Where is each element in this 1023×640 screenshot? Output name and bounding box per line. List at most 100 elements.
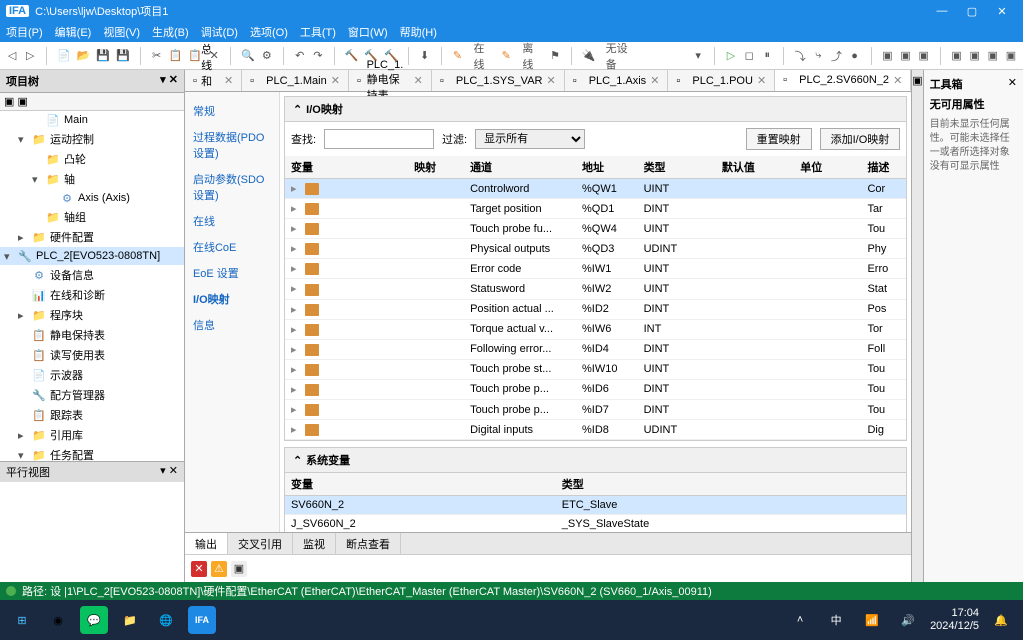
error-badge[interactable]: ✕	[191, 561, 207, 577]
app-task-icon[interactable]: IFA	[188, 606, 216, 634]
parallel-view-title[interactable]: 平行视图 ▾ ✕	[0, 461, 184, 482]
table-row[interactable]: SV660N_2ETC_Slave	[285, 496, 906, 515]
save-icon[interactable]: 💾	[96, 48, 110, 64]
pencil-icon[interactable]: ✎	[451, 48, 463, 64]
props-close-icon[interactable]: ✕	[1008, 76, 1017, 92]
editor-tab[interactable]: ▫PLC_1.SYS_VAR✕	[432, 70, 565, 91]
info-badge[interactable]: ▣	[231, 561, 247, 577]
table-row[interactable]: ▸Physical outputs%QD3UDINTPhy	[285, 239, 906, 259]
tool6-icon[interactable]: ▣	[987, 48, 999, 64]
warning-badge[interactable]: ⚠	[211, 561, 227, 577]
leftnav-item[interactable]: 在线	[185, 208, 279, 234]
reset-mapping-button[interactable]: 重置映射	[746, 128, 812, 150]
online-label[interactable]: 在线	[470, 40, 495, 72]
leftnav-item[interactable]: EoE 设置	[185, 260, 279, 286]
table-row[interactable]: ▸Following error...%ID4DINTFoll	[285, 339, 906, 359]
table-row[interactable]: ▸Digital inputs%ID8UDINTDig	[285, 420, 906, 440]
table-row[interactable]: ▸Error code%IW1UINTErro	[285, 259, 906, 279]
menu-debug[interactable]: 调试(D)	[201, 24, 238, 40]
tree-item[interactable]: ▸📁引用库	[0, 425, 184, 445]
menu-tools[interactable]: 工具(T)	[300, 24, 336, 40]
table-row[interactable]: ▸Touch probe p...%ID7DINTTou	[285, 400, 906, 420]
tree-item[interactable]: ▾📁任务配置	[0, 445, 184, 461]
device-icon[interactable]: 🔌	[582, 48, 596, 64]
filter-select[interactable]: 显示所有	[475, 129, 585, 149]
tool7-icon[interactable]: ▣	[1005, 48, 1017, 64]
table-row[interactable]: ▸Statusword%IW2UINTStat	[285, 279, 906, 299]
editor-tab[interactable]: ▫PLC_1.Axis✕	[565, 70, 669, 91]
table-row[interactable]: ▸Target position%QD1DINTTar	[285, 199, 906, 219]
table-row[interactable]: ▸Position actual ...%ID2DINTPos	[285, 299, 906, 319]
maximize-button[interactable]: ▢	[957, 5, 987, 18]
wifi-icon[interactable]: 📶	[858, 606, 886, 634]
tree-item[interactable]: ▸📁程序块	[0, 305, 184, 325]
editor-tab[interactable]: ▫PLC_1.POU✕	[668, 70, 775, 91]
copy-icon[interactable]: 📋	[169, 48, 183, 64]
tree-item[interactable]: 📊在线和诊断	[0, 285, 184, 305]
tree-tool1-icon[interactable]: ▣	[4, 96, 14, 108]
minimize-button[interactable]: —	[927, 5, 957, 17]
forward-icon[interactable]: ▷	[24, 48, 36, 64]
open-icon[interactable]: 📂	[77, 48, 91, 64]
tree-item[interactable]: ⚙设备信息	[0, 265, 184, 285]
menu-view[interactable]: 视图(V)	[103, 24, 140, 40]
notifications-icon[interactable]: 🔔	[987, 606, 1015, 634]
tab-close-icon[interactable]: ✕	[757, 74, 766, 87]
table-row[interactable]: ▸Touch probe fu...%QW4UINTTou	[285, 219, 906, 239]
editor-tab[interactable]: ▫PLC_1.静电保持表✕	[349, 70, 432, 91]
menu-edit[interactable]: 编辑(E)	[55, 24, 92, 40]
tree-tool2-icon[interactable]: ▣	[17, 96, 27, 108]
settings-icon[interactable]: ⚙	[261, 48, 273, 64]
table-row[interactable]: ▸Torque actual v...%IW6INTTor	[285, 319, 906, 339]
sysvar-table[interactable]: 变量类型 SV660N_2ETC_SlaveJ_SV660N_2_SYS_Sla…	[285, 473, 906, 532]
step-over-icon[interactable]: ⤵	[794, 48, 806, 64]
start-button[interactable]: ⊞	[8, 606, 36, 634]
menu-window[interactable]: 窗口(W)	[348, 24, 388, 40]
wechat-icon[interactable]: 💬	[80, 606, 108, 634]
leftnav-item[interactable]: 启动参数(SDO设置)	[185, 166, 279, 208]
tab-close-icon[interactable]: ✕	[546, 74, 555, 87]
flag-icon[interactable]: ⚑	[549, 48, 561, 64]
project-tree[interactable]: 📄Main▾📁运动控制📁凸轮▾📁轴⚙Axis (Axis)📁轴组▸📁硬件配置▾🔧…	[0, 111, 184, 461]
editor-tab[interactable]: ▫PLC_2.SV660N_2✕	[775, 70, 911, 91]
leftnav-item[interactable]: 过程数据(PDO设置)	[185, 124, 279, 166]
download-icon[interactable]: ⬇	[419, 48, 431, 64]
sidebar-dropdown-icon[interactable]: ▾ ✕	[160, 73, 178, 89]
tab-close-icon[interactable]: ✕	[893, 74, 902, 87]
search-input[interactable]	[324, 129, 434, 149]
copilot-icon[interactable]: ◉	[44, 606, 72, 634]
tool5-icon[interactable]: ▣	[969, 48, 981, 64]
tree-item[interactable]: ▸📁硬件配置	[0, 227, 184, 247]
paste-icon[interactable]: 📋	[188, 48, 202, 64]
table-row[interactable]: ▸Touch probe st...%IW10UINTTou	[285, 359, 906, 379]
leftnav-item[interactable]: 在线CoE	[185, 234, 279, 260]
edge-icon[interactable]: 🌐	[152, 606, 180, 634]
cut-icon[interactable]: ✂	[151, 48, 163, 64]
tab-close-icon[interactable]: ✕	[331, 74, 340, 87]
build-icon[interactable]: 🔨	[345, 48, 359, 64]
back-icon[interactable]: ◁	[6, 48, 18, 64]
undo-icon[interactable]: ↶	[294, 48, 306, 64]
menu-project[interactable]: 项目(P)	[6, 24, 43, 40]
tool1-icon[interactable]: ▣	[881, 48, 893, 64]
tree-item[interactable]: 🔧配方管理器	[0, 385, 184, 405]
clock[interactable]: 17:04 2024/12/5	[930, 607, 979, 633]
pause-icon[interactable]: ⏸	[761, 48, 773, 64]
tree-item[interactable]: 📋读写使用表	[0, 345, 184, 365]
dropdown-icon[interactable]: ▾	[692, 48, 704, 64]
tree-item[interactable]: 📄Main	[0, 111, 184, 129]
tree-item[interactable]: 📋静电保持表	[0, 325, 184, 345]
menu-help[interactable]: 帮助(H)	[400, 24, 437, 40]
tree-item[interactable]: ▾📁运动控制	[0, 129, 184, 149]
new-icon[interactable]: 📄	[57, 48, 71, 64]
play-icon[interactable]: ▷	[725, 48, 737, 64]
breakpoint-icon[interactable]: ●	[848, 48, 860, 64]
collapse-icon[interactable]: ⌃	[293, 454, 302, 467]
leftnav-item[interactable]: I/O映射	[185, 286, 279, 312]
tab-breakpoints[interactable]: 断点查看	[336, 533, 401, 555]
tree-item[interactable]: ⚙Axis (Axis)	[0, 189, 184, 207]
tool2-icon[interactable]: ▣	[900, 48, 912, 64]
menu-options[interactable]: 选项(O)	[250, 24, 288, 40]
save-all-icon[interactable]: 💾	[116, 48, 130, 64]
stop-icon[interactable]: ◻	[743, 48, 755, 64]
